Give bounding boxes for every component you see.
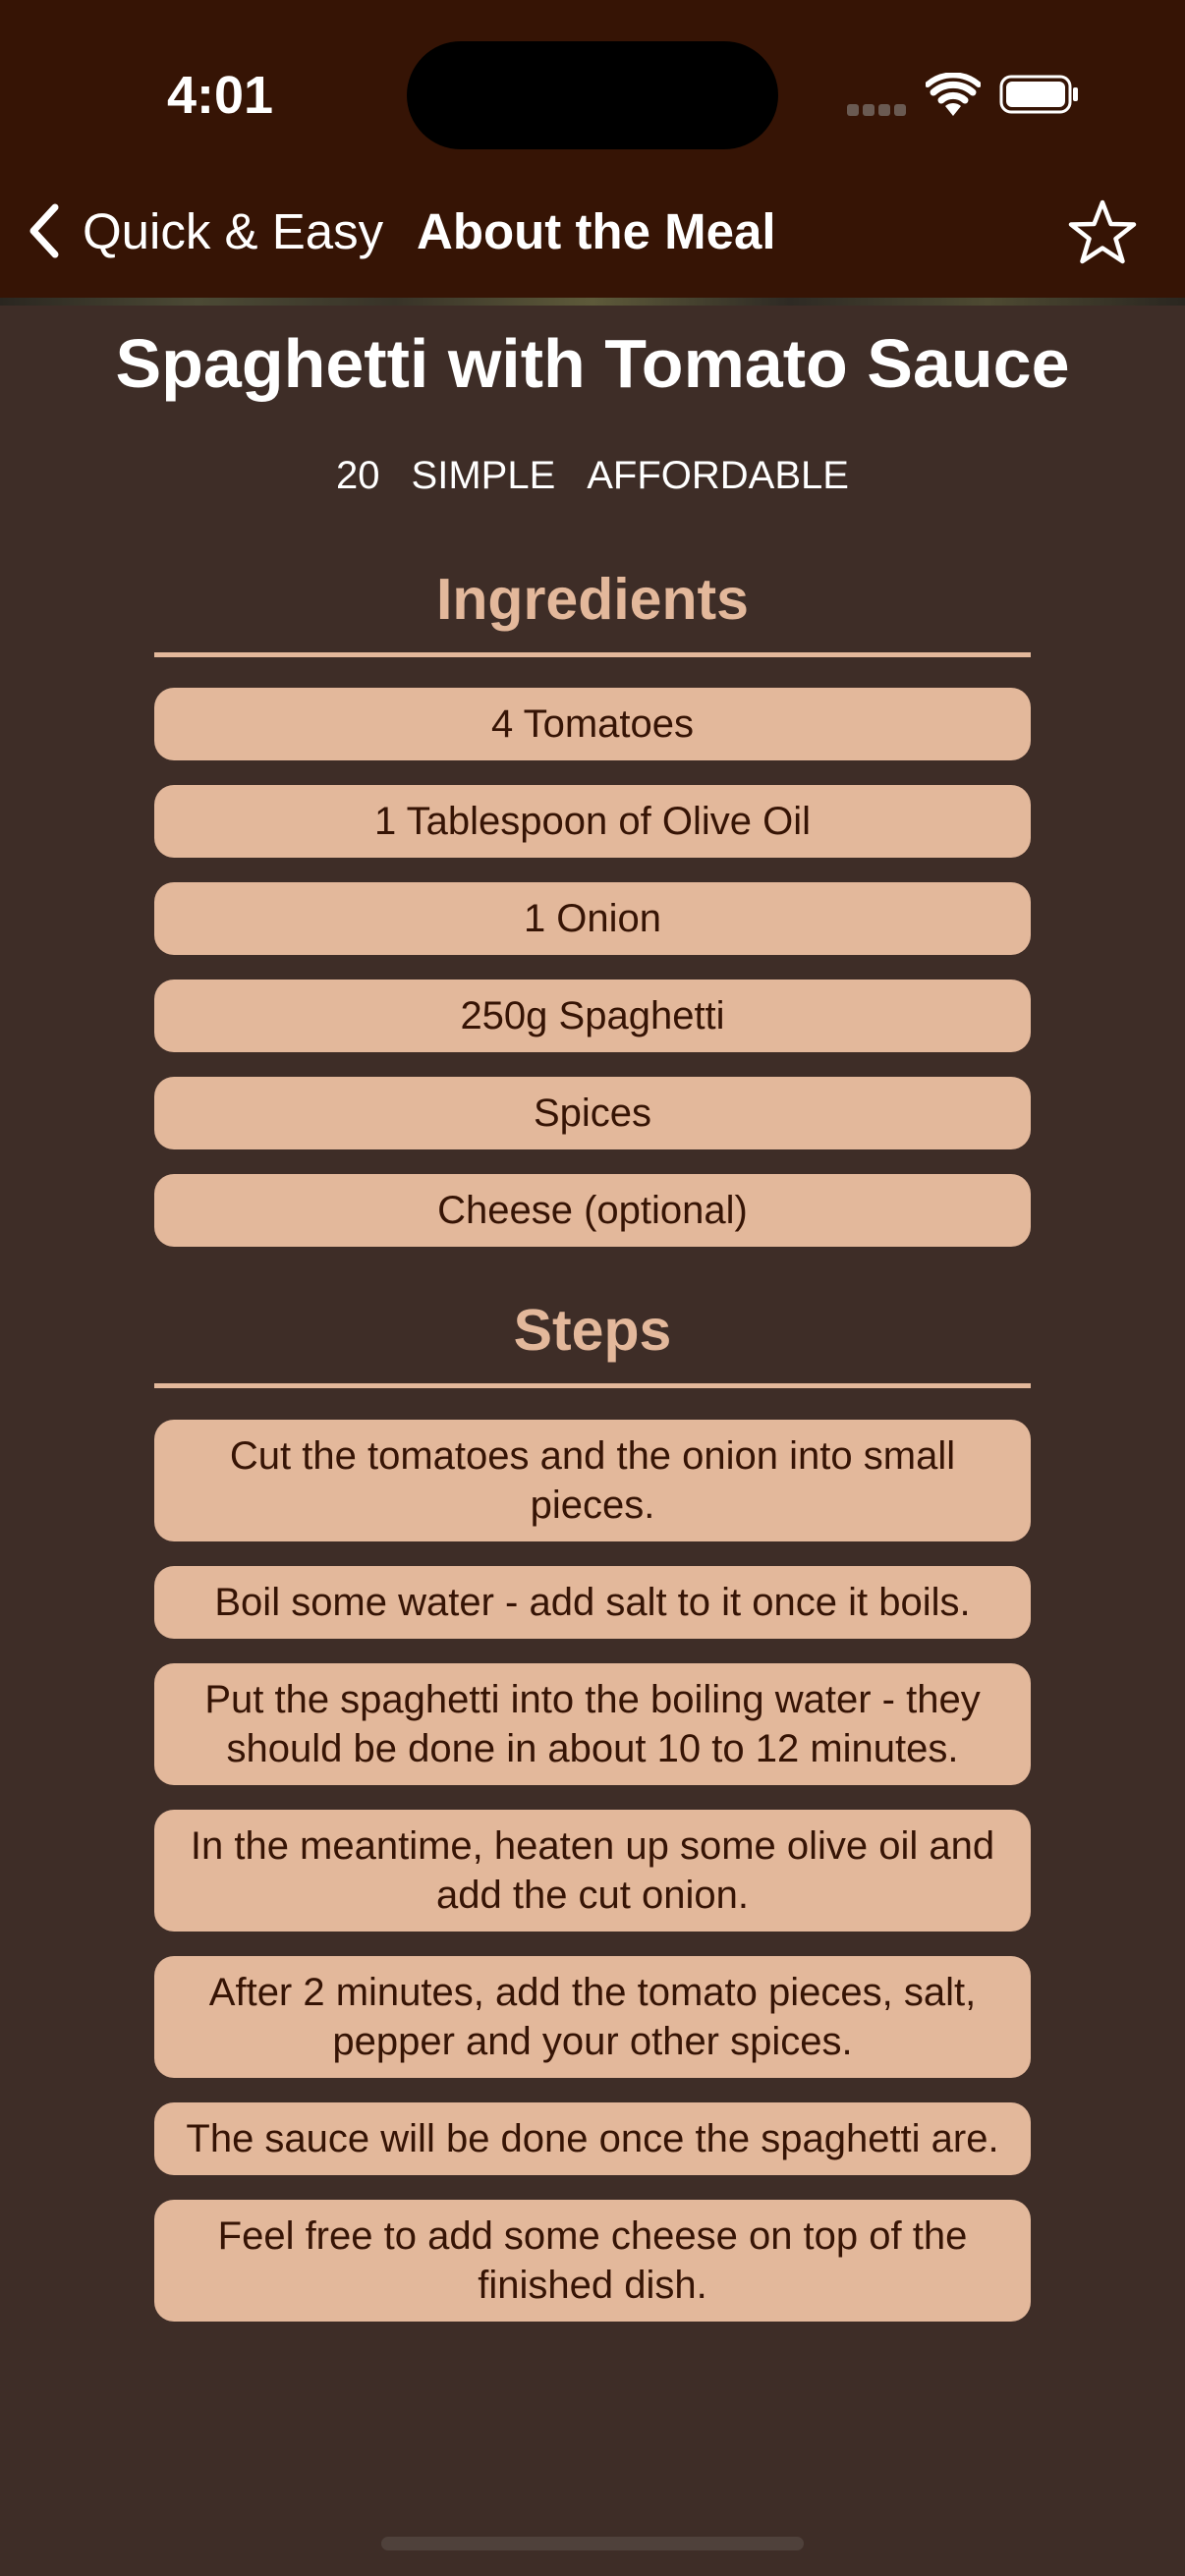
meal-duration: 20 <box>336 454 380 497</box>
step-item: After 2 minutes, add the tomato pieces, … <box>154 1956 1031 2078</box>
back-button[interactable]: Quick & Easy <box>22 196 383 265</box>
cellular-signal-icon <box>847 104 908 116</box>
step-item: The sauce will be done once the spaghett… <box>154 2102 1031 2175</box>
step-item: Feel free to add some cheese on top of t… <box>154 2200 1031 2322</box>
ingredient-item: 4 Tomatoes <box>154 688 1031 760</box>
dynamic-island <box>407 41 778 149</box>
ingredient-item: Spices <box>154 1077 1031 1149</box>
steps-divider <box>154 1383 1031 1388</box>
ingredient-item: 250g Spaghetti <box>154 980 1031 1052</box>
ingredient-item: 1 Tablespoon of Olive Oil <box>154 785 1031 858</box>
ingredient-item: 1 Onion <box>154 882 1031 955</box>
chevron-left-icon <box>29 203 59 258</box>
wifi-icon <box>926 73 981 116</box>
step-item: Put the spaghetti into the boiling water… <box>154 1663 1031 1785</box>
meal-affordability: AFFORDABLE <box>587 454 849 497</box>
meal-details: 20 SIMPLE AFFORDABLE <box>0 454 1185 498</box>
meal-image <box>0 298 1185 306</box>
meal-title: Spaghetti with Tomato Sauce <box>115 325 1070 402</box>
ingredient-item: Cheese (optional) <box>154 1174 1031 1247</box>
favorite-star-icon[interactable] <box>1065 196 1140 271</box>
step-item: Cut the tomatoes and the onion into smal… <box>154 1420 1031 1541</box>
step-item: In the meantime, heaten up some olive oi… <box>154 1810 1031 1932</box>
battery-icon <box>999 75 1078 114</box>
home-indicator[interactable] <box>381 2537 804 2550</box>
ingredients-heading: Ingredients <box>436 567 749 632</box>
steps-heading: Steps <box>513 1298 672 1363</box>
meal-complexity: SIMPLE <box>411 454 556 497</box>
navigation-bar: 4:01 Quick & Easy About the Meal <box>0 0 1185 298</box>
status-time: 4:01 <box>167 66 274 125</box>
ingredients-list: 4 Tomatoes 1 Tablespoon of Olive Oil 1 O… <box>154 688 1031 1271</box>
page-title: About the Meal <box>417 203 776 259</box>
ingredients-divider <box>154 652 1031 657</box>
step-item: Boil some water - add salt to it once it… <box>154 1566 1031 1639</box>
back-button-label: Quick & Easy <box>83 202 384 259</box>
steps-list: Cut the tomatoes and the onion into smal… <box>154 1420 1031 2346</box>
